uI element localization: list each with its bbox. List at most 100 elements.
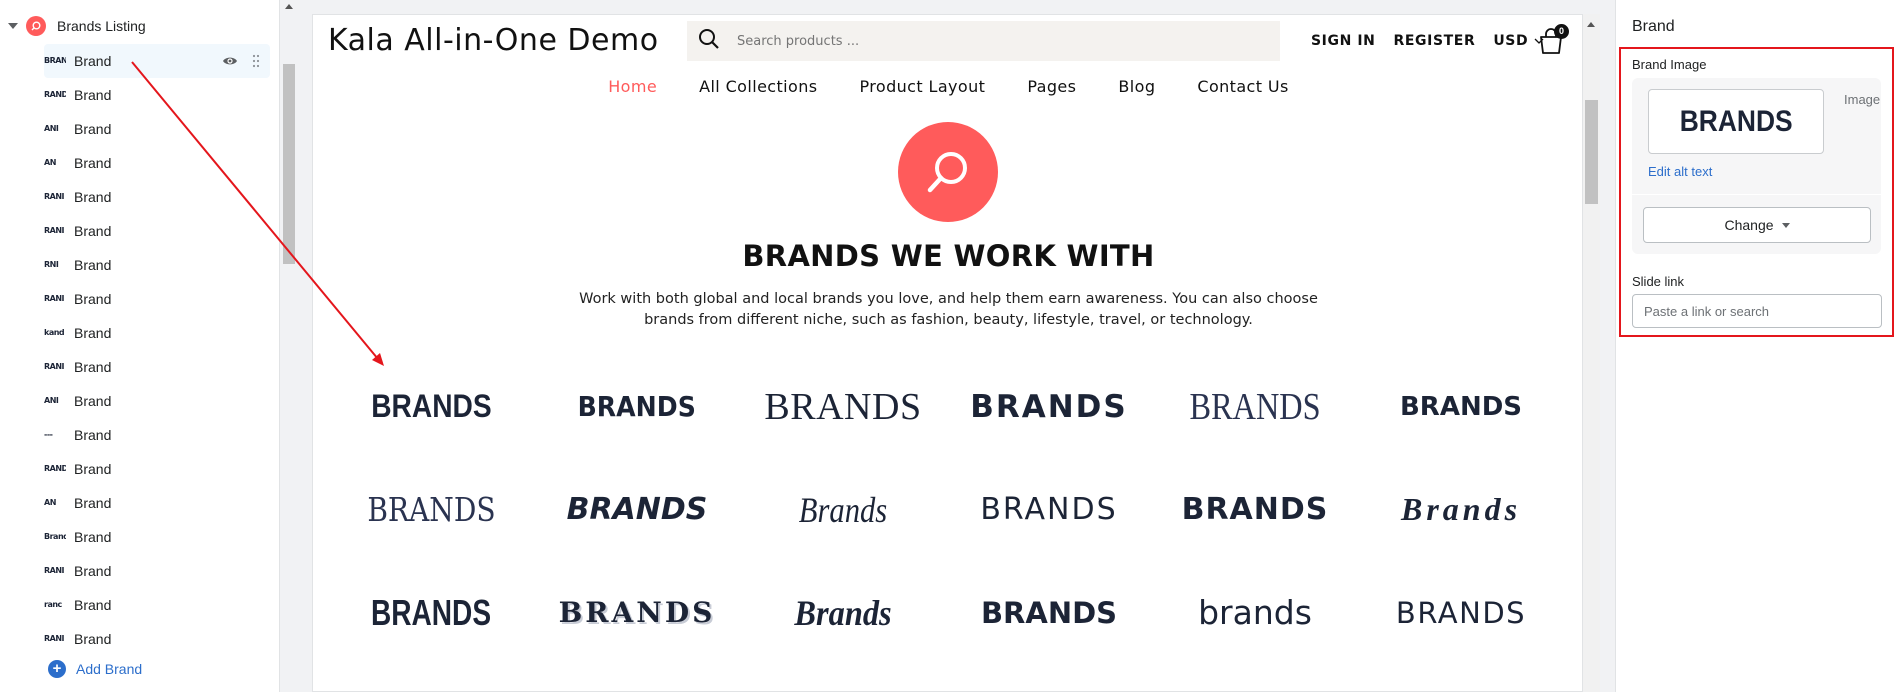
nav-product-layout[interactable]: Product Layout — [860, 77, 986, 96]
search-circle-icon — [26, 16, 46, 36]
eye-icon[interactable] — [222, 53, 238, 74]
search-input[interactable] — [737, 33, 1217, 49]
brand-logo[interactable]: BRANDS — [1152, 492, 1358, 527]
brand-block-label: Brand — [74, 359, 112, 375]
brand-logo[interactable]: BRANDS — [946, 492, 1152, 527]
brand-image-preview-text: BRANDS — [1679, 104, 1793, 138]
caret-down-icon[interactable] — [8, 23, 18, 29]
brand-block-item[interactable]: RNI Brand — [44, 248, 270, 282]
storefront-preview: Kala All-in-One Demo SIGN IN REGISTER US… — [312, 14, 1583, 692]
brand-block-item[interactable]: RANI Brand — [44, 282, 270, 316]
brand-logo[interactable]: Brands — [740, 592, 946, 634]
brand-logo[interactable]: brands — [1152, 593, 1358, 632]
brand-logo[interactable]: BRANDS — [328, 592, 534, 634]
brand-block-item[interactable]: RAND Brand — [44, 78, 270, 112]
brand-logo[interactable]: BRANDS — [946, 596, 1152, 630]
preview-scrollbar-thumb[interactable] — [1585, 100, 1598, 204]
brand-logo[interactable]: BRANDS — [534, 492, 740, 527]
sections-sidebar: Brands Listing BRAND Brand RAND Brand ANI… — [0, 0, 280, 692]
nav-all-collections[interactable]: All Collections — [699, 77, 817, 96]
brand-block-item[interactable]: RANI Brand — [44, 554, 270, 588]
cart-count-badge: 0 — [1554, 24, 1569, 39]
brand-block-label: Brand — [74, 631, 112, 647]
brand-thumbnail: RAND — [44, 464, 66, 473]
brand-block-item[interactable]: ANI Brand — [44, 112, 270, 146]
brand-thumbnail: RANI — [44, 566, 65, 575]
change-button-label: Change — [1724, 217, 1774, 233]
drag-handle-icon[interactable] — [252, 54, 260, 73]
brand-logo-text: BRANDS — [1189, 385, 1321, 428]
settings-panel-title: Brand — [1632, 18, 1675, 35]
brand-thumbnail: ANI — [44, 396, 59, 405]
search-icon[interactable] — [697, 27, 721, 56]
brand-block-label: Brand — [74, 495, 112, 511]
brand-thumbnail: RNI — [44, 260, 59, 269]
brand-thumbnail: RANI — [44, 294, 65, 303]
brand-logo[interactable]: Brands — [1358, 491, 1564, 528]
register-link[interactable]: REGISTER — [1394, 33, 1476, 49]
brand-logo-text: BRANDS — [1181, 492, 1329, 527]
brand-block-item[interactable]: RANI Brand — [44, 350, 270, 384]
nav-contact-us[interactable]: Contact Us — [1197, 77, 1288, 96]
add-brand-button[interactable]: + Add Brand — [48, 660, 142, 678]
brand-block-item[interactable]: Brand Brand — [44, 520, 270, 554]
nav-home[interactable]: Home — [608, 77, 657, 96]
brand-logo-text: BRANDS — [1395, 595, 1527, 630]
brand-logo[interactable]: BRANDS — [1152, 385, 1358, 429]
brand-thumbnail: RANI — [44, 192, 65, 201]
brand-block-list: BRAND Brand RAND Brand ANI Brand AN Brand R… — [44, 44, 270, 656]
brands-section-description: Work with both global and local brands y… — [579, 291, 1318, 328]
brand-block-label: Brand — [74, 87, 112, 103]
brand-image-label: Brand Image — [1632, 57, 1707, 72]
brand-thumbnail: RAND — [44, 90, 66, 99]
store-logo-text[interactable]: Kala All-in-One Demo — [328, 23, 659, 58]
sidebar-scrollbar-thumb[interactable] — [283, 64, 295, 264]
brand-logo-text: Brands — [794, 592, 892, 633]
brand-logo[interactable]: BRANDS — [1358, 596, 1564, 630]
brand-block-item[interactable]: AN Brand — [44, 486, 270, 520]
change-image-button[interactable]: Change — [1643, 207, 1871, 243]
edit-alt-text-link[interactable]: Edit alt text — [1648, 164, 1712, 179]
brand-block-item[interactable]: RANI Brand — [44, 622, 270, 656]
brand-image-preview[interactable]: BRANDS — [1648, 89, 1824, 154]
brand-block-item[interactable]: BRAND Brand — [44, 44, 270, 78]
brand-block-item[interactable]: kand Brand — [44, 316, 270, 350]
brand-thumbnail: RANI — [44, 226, 65, 235]
plus-circle-icon: + — [48, 660, 66, 678]
brand-logo[interactable]: BRANDS — [740, 385, 946, 429]
brand-logo-text: Brands — [798, 489, 888, 530]
brand-logo[interactable]: BRANDS — [946, 389, 1152, 425]
brand-logo-grid: BRANDS BRANDS BRANDS BRANDS BRANDS BRAND… — [328, 355, 1569, 664]
main-navigation: Home All Collections Product Layout Page… — [313, 77, 1582, 96]
brand-logo[interactable]: BRANDS — [328, 388, 534, 425]
brand-block-item[interactable]: ranc Brand — [44, 588, 270, 622]
brand-logo[interactable]: BRANDS — [534, 596, 740, 629]
brand-block-item[interactable]: RANI Brand — [44, 214, 270, 248]
brand-block-item[interactable]: AN Brand — [44, 146, 270, 180]
brand-block-label: Brand — [74, 393, 112, 409]
scroll-up-arrow-icon[interactable] — [1587, 22, 1595, 27]
brands-section-title: BRANDS WE WORK WITH — [742, 239, 1155, 273]
brand-block-item[interactable]: RAND Brand — [44, 452, 270, 486]
brand-block-label: Brand — [74, 189, 112, 205]
nav-blog[interactable]: Blog — [1118, 77, 1155, 96]
brand-logo-text: Brands — [1400, 491, 1522, 527]
brand-thumbnail: RANI — [44, 634, 65, 643]
slide-link-input[interactable] — [1632, 294, 1882, 328]
search-bar[interactable] — [687, 21, 1280, 61]
brand-thumbnail: kand — [44, 328, 65, 337]
brand-logo[interactable]: BRANDS — [534, 390, 740, 423]
brand-logo[interactable]: Brands — [740, 489, 946, 531]
block-settings-panel: Brand Brand Image BRANDS Image Edit alt … — [1615, 0, 1896, 692]
brand-block-item[interactable]: ANI Brand — [44, 384, 270, 418]
brand-block-item[interactable]: RANI Brand — [44, 180, 270, 214]
section-header-brands-listing[interactable]: Brands Listing — [0, 12, 270, 40]
scroll-up-arrow-icon[interactable] — [285, 4, 293, 9]
sign-in-link[interactable]: SIGN IN — [1311, 33, 1376, 49]
nav-pages[interactable]: Pages — [1027, 77, 1076, 96]
brand-block-item[interactable]: --- Brand — [44, 418, 270, 452]
brand-logo[interactable]: BRANDS — [328, 490, 534, 529]
brand-logo[interactable]: BRANDS — [1358, 392, 1564, 422]
currency-label: USD — [1493, 33, 1529, 49]
brand-logo-text: BRANDS — [1399, 391, 1523, 422]
